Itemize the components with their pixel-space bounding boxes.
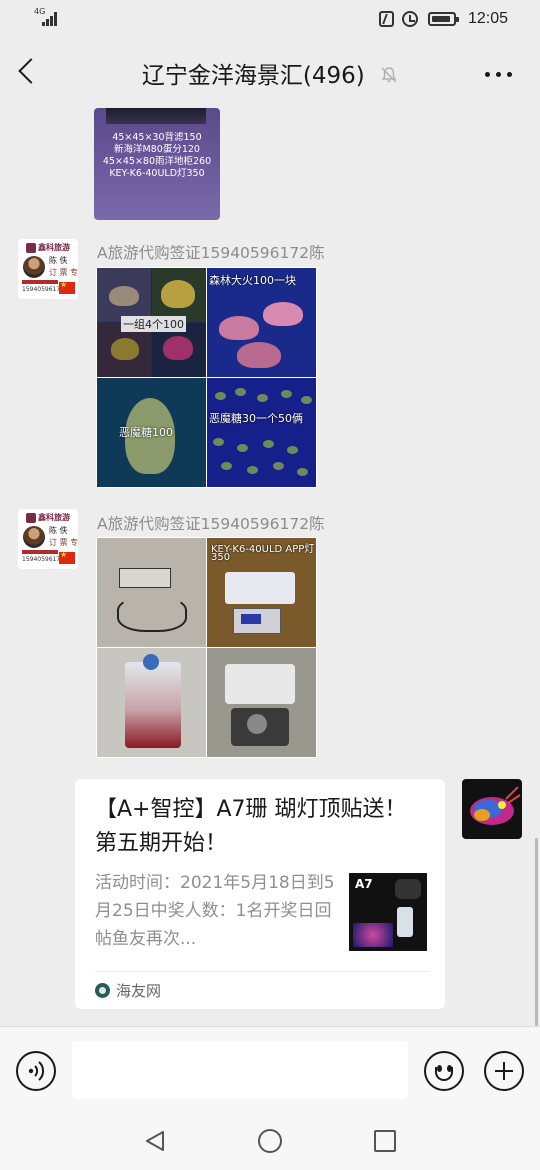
chat-messages[interactable]: 45×45×30背滤150 新海洋M80蛋分120 45×45×80雨洋地柜26… (0, 108, 540, 1026)
grid-image[interactable]: KEY-K6-40ULD APP灯 350 (207, 538, 316, 647)
plus-icon[interactable] (484, 1051, 524, 1091)
image-text-line: 45×45×80雨洋地柜260 (102, 156, 212, 167)
sender-name: A旅游代购签证15940596172陈 (97, 244, 325, 262)
system-nav-bar (0, 1114, 540, 1170)
image-label: 一组4个100 (121, 316, 186, 332)
card-description: 活动时间：2021年5月18日到5月25日中奖人数：1名开奖日回帖鱼友再次... (95, 873, 335, 949)
grid-image[interactable]: 恶魔糖100 (97, 378, 206, 487)
chat-header: 辽宁金洋海景汇(496) (0, 38, 540, 108)
card-divider (95, 971, 429, 972)
sender-avatar[interactable]: 鑫科旅游 陈 佚 订 票 专 员 15940596172 (18, 239, 78, 299)
image-text-line: 新海洋M80蛋分120 (114, 144, 200, 155)
image-label: 恶魔糖100 (119, 426, 173, 439)
mute-icon (380, 64, 398, 83)
image-text-line: 45×45×30背滤150 (112, 132, 202, 143)
avatar-logo-text: 鑫科旅游 (38, 513, 70, 522)
avatar-phone: 15940596172 (22, 556, 64, 563)
image-label: 森林大火100一块 (209, 274, 296, 287)
grid-image[interactable]: 恶魔糖30一个50俩 (207, 378, 316, 487)
sender-avatar[interactable]: 鑫科旅游 陈 佚 订 票 专 员 15940596172 (18, 509, 78, 569)
message-input[interactable] (72, 1041, 408, 1099)
sender-name: A旅游代购签证15940596172陈 (97, 515, 325, 533)
link-card[interactable]: 【A+智控】A7珊 瑚灯顶贴送！第五期开始！ 活动时间：2021年5月18日到5… (75, 779, 445, 1009)
image-text-line: KEY-K6-40ULD灯350 (109, 168, 205, 179)
image-message[interactable]: 45×45×30背滤150 新海洋M80蛋分120 45×45×80雨洋地柜26… (94, 108, 220, 220)
clock: 12:05 (467, 10, 508, 27)
thumb-label: A7 (355, 877, 373, 891)
emoji-icon[interactable] (424, 1051, 464, 1091)
avatar-name: 陈 佚 (49, 256, 68, 265)
flag-icon (59, 550, 75, 564)
image-grid[interactable]: 一组4个100 森林大火100一块 恶魔糖100 恶魔糖30一个50俩 (96, 267, 317, 488)
grid-image[interactable] (207, 648, 316, 757)
grid-image[interactable]: 森林大火100一块 (207, 268, 316, 377)
grid-image[interactable] (97, 538, 206, 647)
chat-title: 辽宁金洋海景汇(496) (141, 63, 365, 89)
avatar-logo-text: 鑫科旅游 (38, 243, 70, 252)
source-icon (95, 983, 110, 998)
nfc-icon (378, 11, 394, 27)
card-title: 【A+智控】A7珊 瑚灯顶贴送！第五期开始！ (95, 797, 407, 856)
avatar-name: 陈 佚 (49, 526, 68, 535)
flag-icon (59, 280, 75, 294)
image-grid[interactable]: KEY-K6-40ULD APP灯 350 (96, 537, 317, 758)
status-bar: 4G 12:05 (0, 0, 540, 38)
grid-image[interactable] (97, 648, 206, 757)
scrollbar[interactable] (535, 838, 538, 1026)
avatar-title: 订 票 专 员 (49, 268, 78, 277)
image-label: 350 (211, 552, 231, 563)
avatar-phone: 15940596172 (22, 286, 64, 293)
nav-home-icon[interactable] (258, 1129, 282, 1153)
card-thumbnail: A7 (349, 873, 427, 951)
voice-icon[interactable] (16, 1051, 56, 1091)
source-name: 海友网 (116, 982, 162, 1000)
avatar-title: 订 票 专 员 (49, 538, 78, 547)
image-label: 恶魔糖30一个50俩 (209, 412, 303, 425)
battery-icon (427, 12, 459, 26)
grid-image[interactable]: 一组4个100 (97, 268, 206, 377)
nav-recents-icon[interactable] (374, 1130, 396, 1152)
input-bar (0, 1026, 540, 1114)
card-source: 海友网 (95, 980, 161, 1001)
self-avatar[interactable] (462, 779, 522, 839)
nav-back-icon[interactable] (143, 1129, 167, 1153)
chat-title-wrap: 辽宁金洋海景汇(496) (0, 56, 540, 90)
more-icon[interactable] (485, 72, 512, 77)
alarm-icon (401, 11, 418, 27)
